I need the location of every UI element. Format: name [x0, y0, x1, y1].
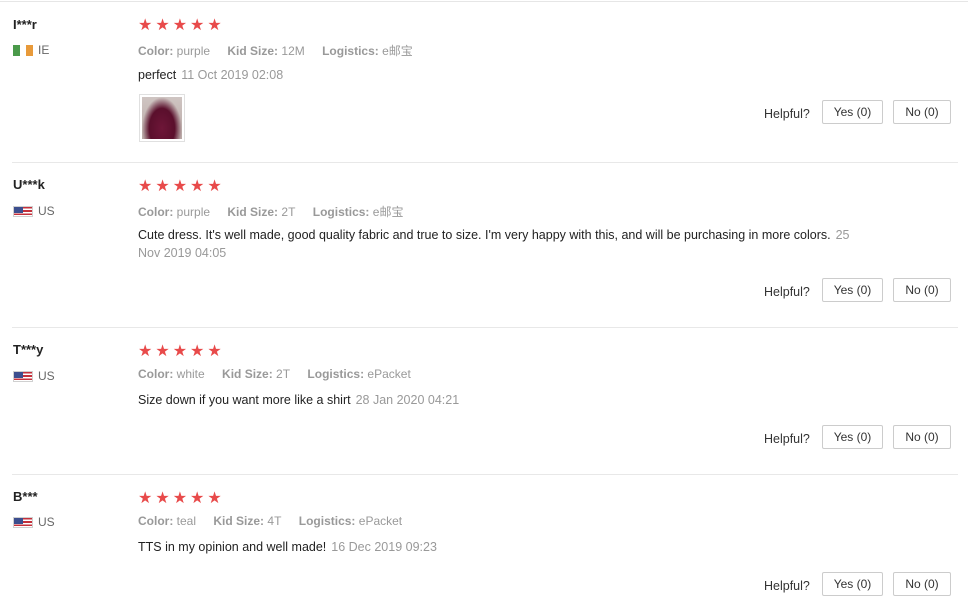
- star-rating: ★ ★ ★ ★ ★: [138, 178, 222, 194]
- star-rating: ★ ★ ★ ★ ★: [138, 490, 222, 506]
- size-label: Kid Size:: [227, 44, 279, 58]
- us-flag-icon: [13, 516, 33, 528]
- star-icon: ★: [207, 341, 222, 360]
- reviewer-country: US: [13, 204, 55, 218]
- helpful-yes-button[interactable]: Yes (0): [822, 100, 883, 124]
- country-code: US: [38, 515, 55, 529]
- country-code: IE: [38, 43, 50, 57]
- reviewer-country: US: [13, 515, 55, 529]
- review-body: TTS in my opinion and well made!: [138, 540, 327, 554]
- helpful-label: Helpful?: [764, 107, 810, 121]
- size-label: Kid Size:: [227, 205, 279, 219]
- helpful-yes-button[interactable]: Yes (0): [822, 425, 883, 449]
- size-value: 2T: [281, 205, 296, 219]
- reviewer-country: US: [13, 369, 55, 383]
- us-flag-icon: [13, 370, 33, 382]
- review-date: 11 Oct 2019 02:08: [181, 68, 284, 82]
- helpful-no-button[interactable]: No (0): [893, 572, 951, 596]
- star-icon: ★: [138, 488, 153, 507]
- helpful-label: Helpful?: [764, 579, 810, 593]
- star-icon: ★: [172, 15, 188, 34]
- helpful-no-button[interactable]: No (0): [893, 425, 951, 449]
- review-attributes: Color: white Kid Size: 2T Logistics: ePa…: [138, 367, 425, 381]
- review-date: 16 Dec 2019 09:23: [331, 540, 437, 554]
- logistics-value: e邮宝: [372, 205, 404, 219]
- size-value: 4T: [267, 514, 282, 528]
- helpful-no-button[interactable]: No (0): [893, 278, 951, 302]
- logistics-value: e邮宝: [382, 44, 413, 58]
- star-icon: ★: [155, 341, 170, 360]
- review-text: perfect 11 Oct 2019 02:08: [138, 66, 868, 84]
- review-photo-thumbnail[interactable]: [139, 94, 185, 142]
- review-text: TTS in my opinion and well made! 16 Dec 2…: [138, 538, 868, 556]
- review-divider: [12, 162, 958, 163]
- review-divider: [12, 474, 958, 475]
- color-value: teal: [176, 514, 197, 528]
- color-label: Color:: [138, 205, 174, 219]
- us-flag-icon: [13, 205, 33, 217]
- star-icon: ★: [172, 341, 188, 360]
- star-icon: ★: [172, 488, 188, 507]
- logistics-label: Logistics:: [322, 44, 379, 58]
- top-divider: [0, 1, 968, 2]
- star-rating: ★ ★ ★ ★ ★: [138, 343, 222, 359]
- review-attributes: Color: purple Kid Size: 12M Logistics: e…: [138, 42, 427, 59]
- star-rating: ★ ★ ★ ★ ★: [138, 17, 222, 33]
- star-icon: ★: [190, 488, 205, 507]
- helpful-yes-button[interactable]: Yes (0): [822, 278, 883, 302]
- size-label: Kid Size:: [213, 514, 265, 528]
- star-icon: ★: [190, 15, 205, 34]
- color-value: purple: [176, 205, 211, 219]
- star-icon: ★: [155, 176, 170, 195]
- reviewer-name: B***: [13, 489, 38, 504]
- reviewer-name: U***k: [13, 177, 45, 192]
- star-icon: ★: [155, 15, 170, 34]
- dress-photo: [142, 97, 182, 139]
- star-icon: ★: [172, 176, 188, 195]
- review-text: Size down if you want more like a shirt 2…: [138, 391, 868, 409]
- color-label: Color:: [138, 367, 174, 381]
- star-icon: ★: [138, 341, 153, 360]
- logistics-value: ePacket: [358, 514, 403, 528]
- review-body: perfect: [138, 68, 177, 82]
- size-value: 2T: [276, 367, 291, 381]
- logistics-label: Logistics:: [307, 367, 365, 381]
- ireland-flag-icon: [13, 44, 34, 56]
- reviewer-name: T***y: [13, 342, 44, 357]
- helpful-label: Helpful?: [764, 285, 810, 299]
- review-attributes: Color: teal Kid Size: 4T Logistics: ePac…: [138, 514, 416, 528]
- size-label: Kid Size:: [222, 367, 273, 381]
- star-icon: ★: [138, 176, 153, 195]
- logistics-label: Logistics:: [298, 514, 356, 528]
- color-label: Color:: [138, 514, 174, 528]
- color-value: purple: [176, 44, 211, 58]
- star-icon: ★: [190, 176, 205, 195]
- logistics-value: ePacket: [367, 367, 411, 381]
- review-text: Cute dress. It's well made, good quality…: [138, 226, 868, 262]
- country-code: US: [38, 369, 55, 383]
- helpful-label: Helpful?: [764, 432, 810, 446]
- star-icon: ★: [190, 341, 205, 360]
- star-icon: ★: [138, 15, 153, 34]
- reviewer-country: IE: [13, 43, 49, 57]
- logistics-label: Logistics:: [312, 205, 370, 219]
- helpful-no-button[interactable]: No (0): [893, 100, 951, 124]
- color-label: Color:: [138, 44, 174, 58]
- reviewer-name: I***r: [13, 17, 37, 32]
- country-code: US: [38, 204, 55, 218]
- star-icon: ★: [155, 488, 170, 507]
- size-value: 12M: [281, 44, 305, 58]
- review-date: 28 Jan 2020 04:21: [355, 393, 460, 407]
- review-body: Cute dress. It's well made, good quality…: [138, 228, 831, 242]
- helpful-yes-button[interactable]: Yes (0): [822, 572, 883, 596]
- review-body: Size down if you want more like a shirt: [138, 393, 351, 407]
- star-icon: ★: [207, 15, 222, 34]
- review-divider: [12, 327, 958, 328]
- review-attributes: Color: purple Kid Size: 2T Logistics: e邮…: [138, 203, 417, 220]
- star-icon: ★: [207, 488, 222, 507]
- color-value: white: [176, 367, 205, 381]
- star-icon: ★: [207, 176, 222, 195]
